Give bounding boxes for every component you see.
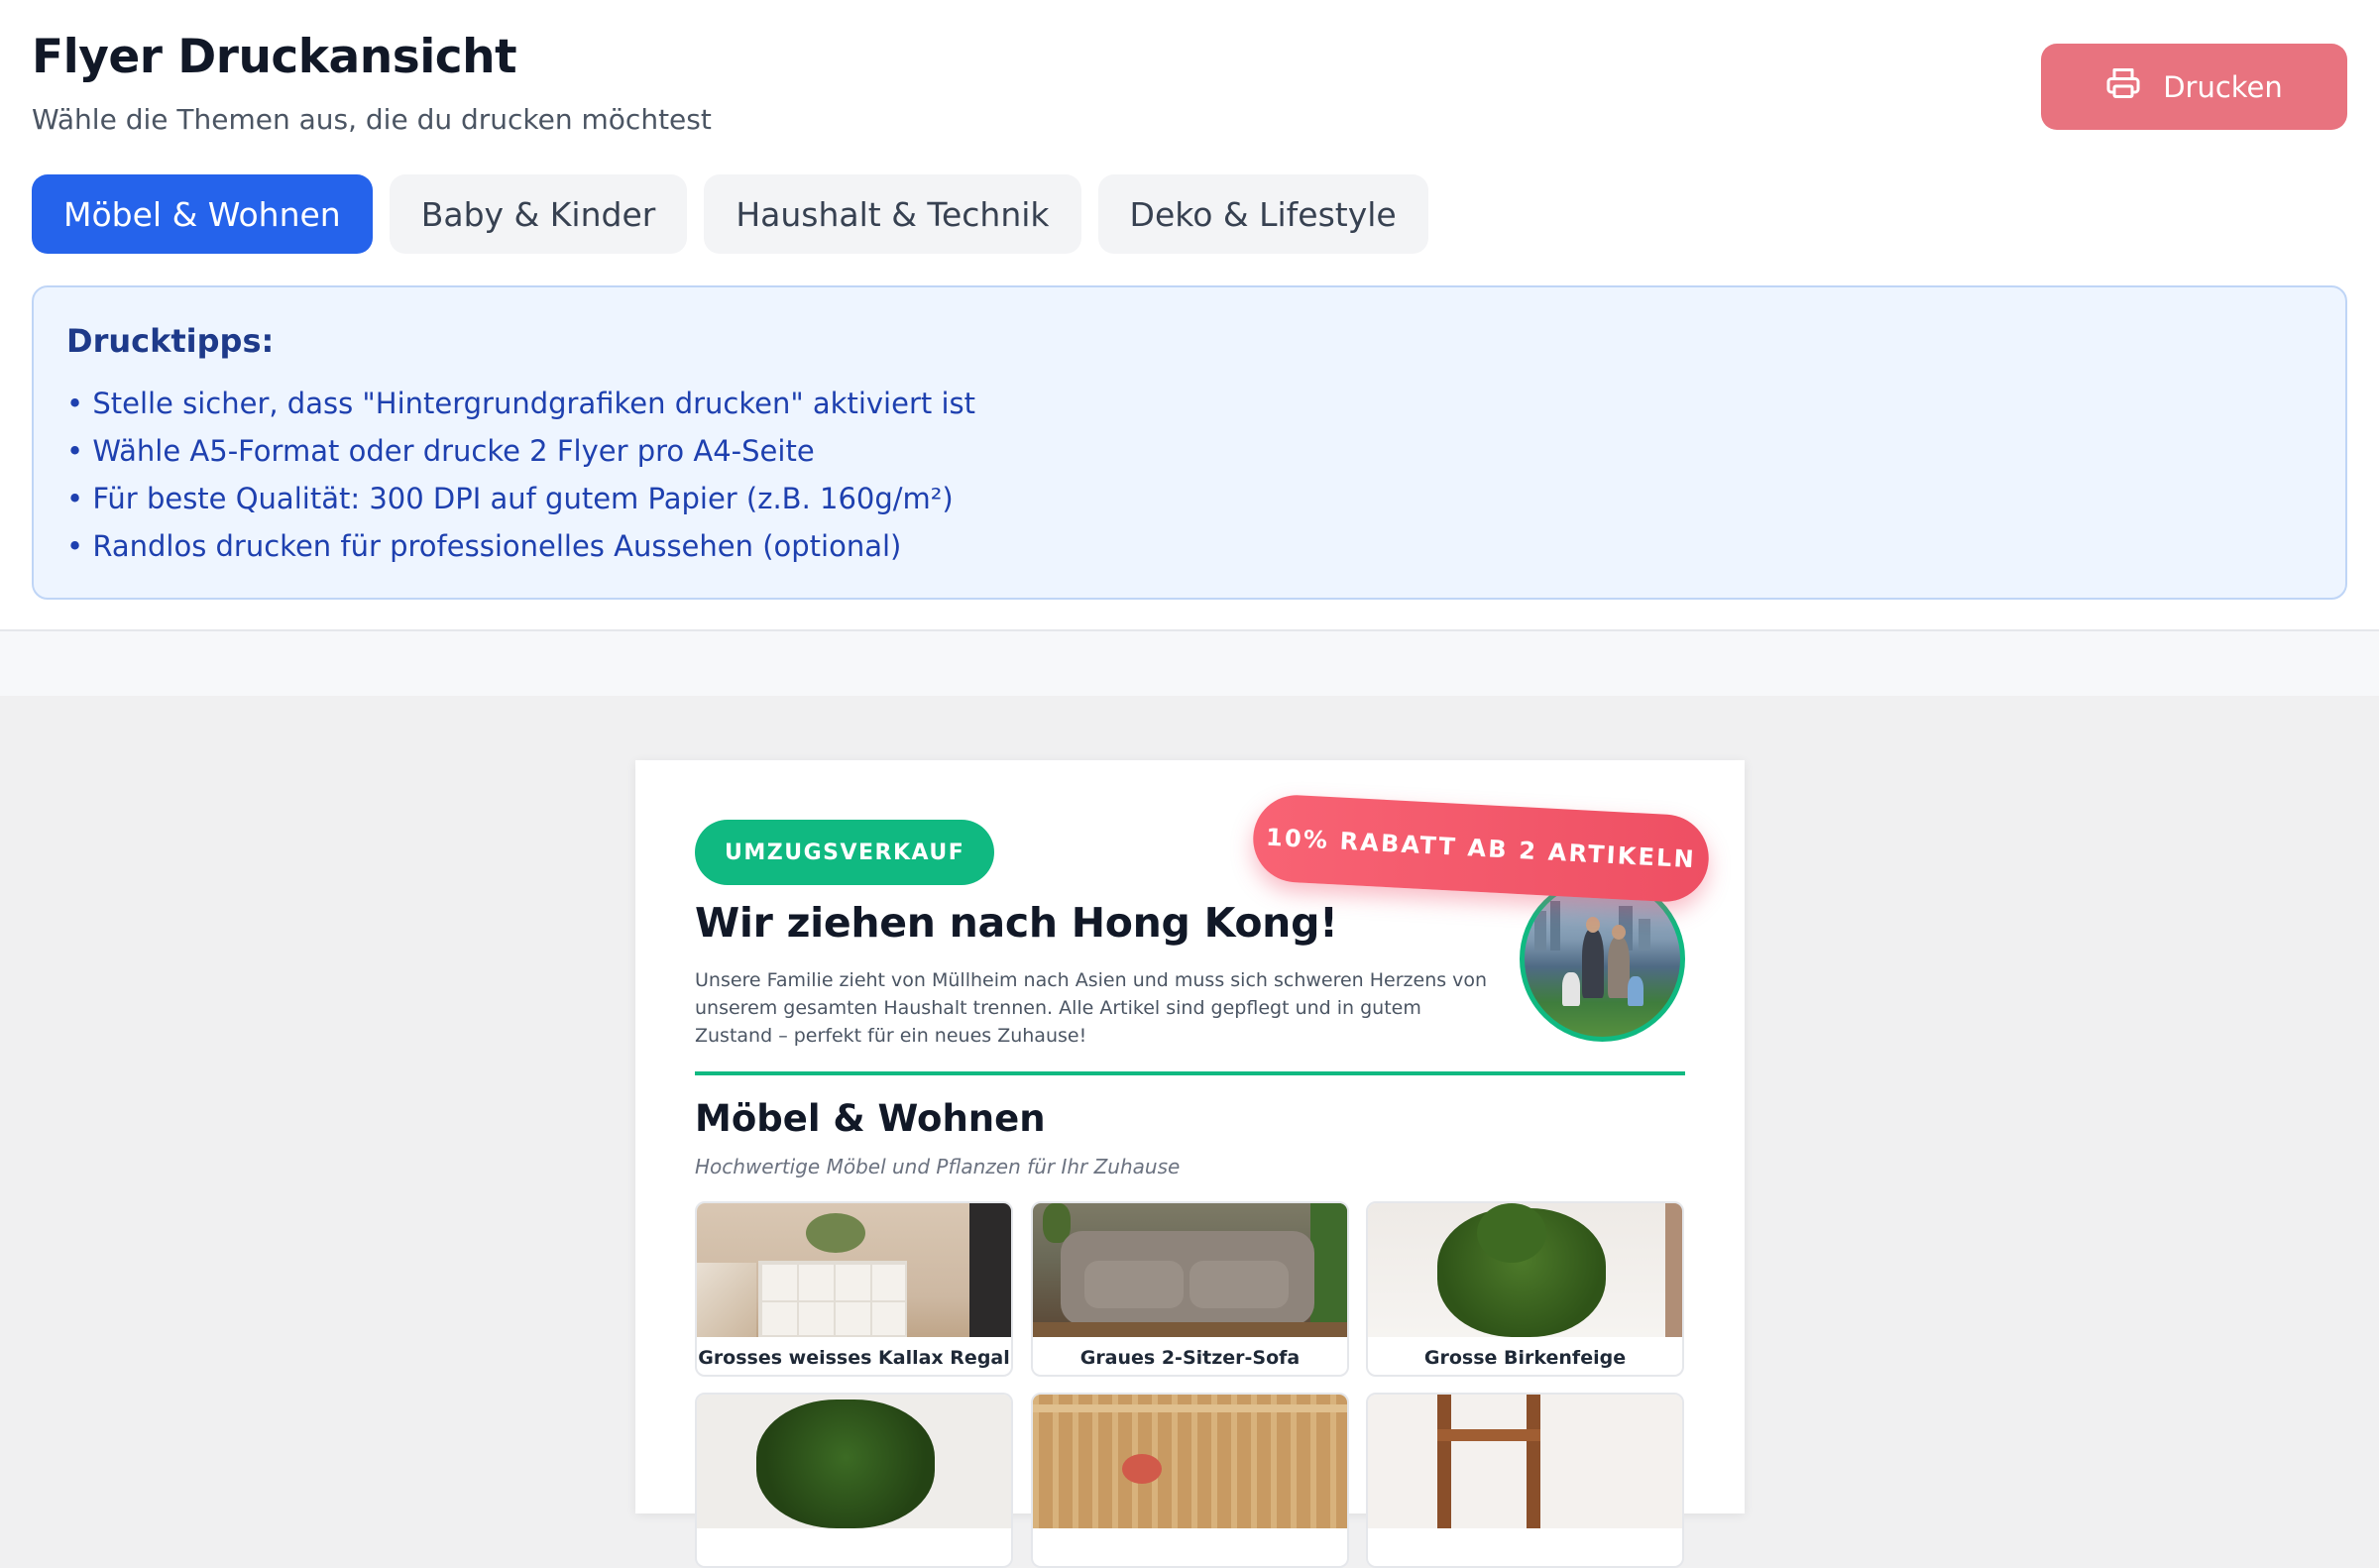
section-title: Möbel & Wohnen [695, 1097, 1046, 1140]
print-tip: • Randlos drucken für professionelles Au… [66, 529, 902, 563]
product-photo [1368, 1395, 1682, 1528]
product-card [695, 1393, 1013, 1568]
page-title: Flyer Druckansicht [32, 30, 517, 84]
product-name: Grosses weisses Kallax Regal [698, 1347, 1010, 1369]
product-card: Graues 2-Sitzer-Sofa [1031, 1201, 1349, 1377]
product-photo [697, 1203, 1011, 1337]
print-tip: • Wähle A5-Format oder drucke 2 Flyer pr… [66, 434, 815, 468]
product-photo [1033, 1395, 1347, 1528]
sale-badge: UMZUGSVERKAUF [695, 820, 995, 885]
product-photo [1033, 1203, 1347, 1337]
product-card: Grosse Birkenfeige [1366, 1201, 1684, 1377]
page-subtitle: Wähle die Themen aus, die du drucken möc… [32, 103, 712, 136]
product-name: Graues 2-Sitzer-Sofa [1079, 1347, 1301, 1369]
section-divider [695, 1071, 1685, 1075]
print-tips-box: Drucktipps: • Stelle sicher, dass "Hinte… [32, 285, 2347, 600]
print-tips-list: • Stelle sicher, dass "Hintergrundgrafik… [66, 380, 975, 570]
print-button[interactable]: Drucken [2041, 44, 2347, 130]
flyer-intro-text: Unsere Familie zieht von Müllheim nach A… [695, 969, 1488, 1047]
product-card: Grosses weisses Kallax Regal [695, 1201, 1013, 1377]
topic-tabs: Möbel & Wohnen Baby & Kinder Haushalt & … [32, 174, 1428, 254]
print-tip: • Stelle sicher, dass "Hintergrundgrafik… [66, 387, 975, 420]
tab-moebel-wohnen[interactable]: Möbel & Wohnen [32, 174, 373, 254]
tab-deko-lifestyle[interactable]: Deko & Lifestyle [1097, 174, 1428, 254]
section-subtitle: Hochwertige Möbel und Pflanzen für Ihr Z… [695, 1155, 1181, 1178]
product-name: Grosse Birkenfeige [1423, 1347, 1627, 1369]
printer-icon [2105, 65, 2141, 108]
print-view-header: Flyer Druckansicht Wähle die Themen aus,… [0, 0, 2379, 631]
separator-band [0, 631, 2379, 696]
product-photo [697, 1395, 1011, 1528]
discount-banner: 10% RABATT AB 2 ARTIKELN [1251, 793, 1711, 904]
print-tip: • Für beste Qualität: 300 DPI auf gutem … [66, 482, 954, 515]
print-tips-title: Drucktipps: [66, 322, 275, 360]
product-card [1366, 1393, 1684, 1568]
flyer-headline: Wir ziehen nach Hong Kong! [695, 899, 1338, 947]
product-photo [1368, 1203, 1682, 1337]
tab-haushalt-technik[interactable]: Haushalt & Technik [704, 174, 1081, 254]
flyer-preview: UMZUGSVERKAUF 10% RABATT AB 2 ARTIKELN W… [635, 760, 1745, 1568]
tab-baby-kinder[interactable]: Baby & Kinder [389, 174, 688, 254]
product-card [1031, 1393, 1349, 1568]
print-button-label: Drucken [2163, 69, 2283, 104]
